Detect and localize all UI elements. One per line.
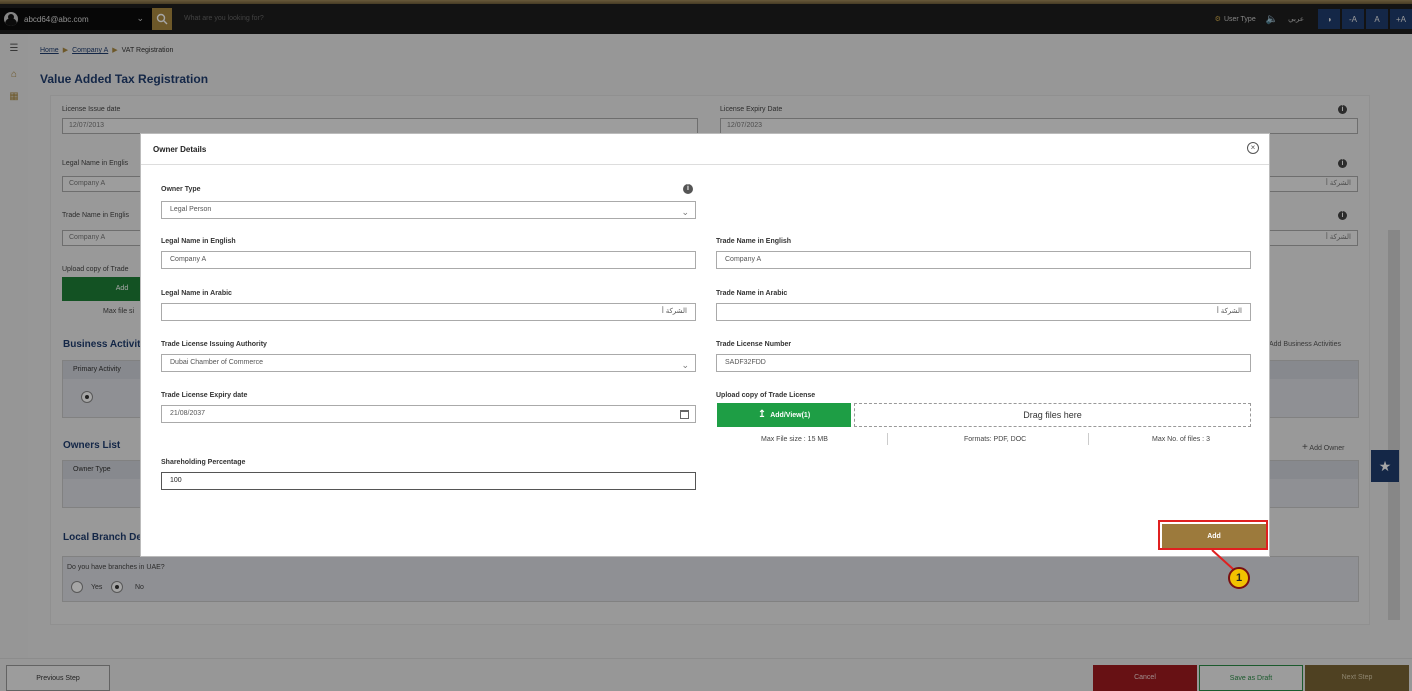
step-number-badge: 1 xyxy=(1228,567,1250,589)
callout-pointer xyxy=(1211,549,1234,570)
